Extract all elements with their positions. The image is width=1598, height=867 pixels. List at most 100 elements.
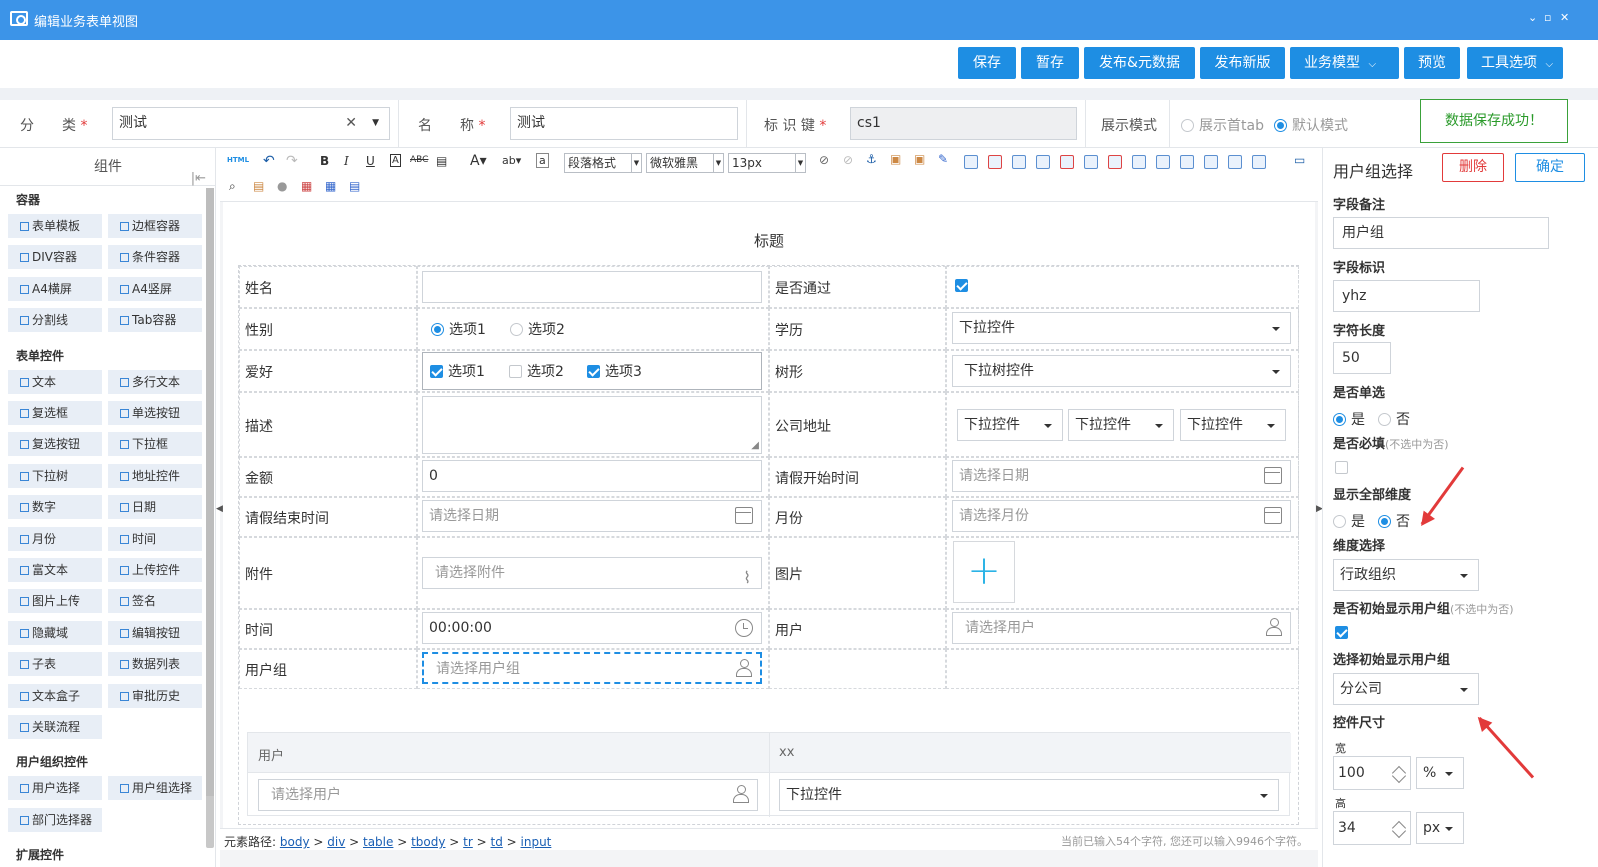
required-checkbox[interactable] <box>1335 461 1348 474</box>
close-icon[interactable]: ✕ <box>1560 11 1569 24</box>
path-input-link[interactable]: input <box>521 835 552 849</box>
addr-province-select[interactable]: 下拉控件 <box>957 409 1063 441</box>
template-icon[interactable]: ▤ <box>253 179 264 193</box>
group-picker-selected[interactable]: 请选择用户组 <box>422 652 762 684</box>
expand-left-icon[interactable]: ◀ <box>216 504 223 514</box>
date-icon[interactable]: ▦ <box>301 179 312 193</box>
component-item[interactable]: 时间 <box>108 526 202 551</box>
component-item[interactable]: 用户选择 <box>8 776 102 801</box>
font-color-icon[interactable]: A▾ <box>470 153 487 169</box>
confirm-button[interactable]: 确定 <box>1515 153 1585 182</box>
underline-icon[interactable]: U <box>366 154 375 168</box>
paste-format-icon[interactable]: ▤ <box>436 154 447 168</box>
table-icon[interactable] <box>964 155 978 169</box>
path-tbody-link[interactable]: tbody <box>411 835 445 849</box>
component-item[interactable]: 编辑按钮 <box>108 620 202 645</box>
sub-xx-select[interactable]: 下拉控件 <box>779 779 1279 811</box>
multi-image-icon[interactable]: ▣ <box>914 152 925 166</box>
component-item[interactable]: 月份 <box>8 526 102 551</box>
width-unit-select[interactable]: % <box>1416 757 1464 789</box>
single-yes-radio[interactable]: 是 <box>1333 409 1365 429</box>
fullscreen-icon[interactable]: ▭ <box>1294 153 1305 167</box>
maximize-icon[interactable]: ▫ <box>1544 11 1551 24</box>
component-item[interactable]: 单选按钮 <box>108 401 202 425</box>
dimension-select[interactable]: 行政组织 <box>1333 559 1479 591</box>
redo-icon[interactable]: ↷ <box>286 153 298 169</box>
tree-select[interactable]: 下拉树控件 <box>952 355 1291 387</box>
dims-yes-radio[interactable]: 是 <box>1333 511 1365 531</box>
component-item[interactable]: A4竖屏 <box>108 276 202 301</box>
merge-right-icon[interactable] <box>1156 155 1170 169</box>
draft-button[interactable]: 暂存 <box>1021 47 1079 79</box>
sub-user-picker[interactable]: 请选择用户 <box>258 779 758 811</box>
component-item[interactable]: 数据列表 <box>108 652 202 677</box>
component-item[interactable]: 文本盒子 <box>8 683 102 708</box>
search-replace-icon[interactable]: ⌕ <box>229 179 236 194</box>
split-cells-icon[interactable] <box>1204 155 1218 169</box>
undo-icon[interactable]: ↶ <box>263 153 275 169</box>
component-item[interactable]: 用户组选择 <box>108 776 202 801</box>
path-td-link[interactable]: td <box>491 835 503 849</box>
insert-row-icon[interactable] <box>1036 155 1050 169</box>
clear-format-icon[interactable]: a <box>536 153 549 168</box>
preview-button[interactable]: 预览 <box>1404 47 1460 79</box>
component-item[interactable]: 富文本 <box>8 558 102 582</box>
hobby-option-2[interactable]: 选项2 <box>509 361 564 381</box>
tools-dropdown[interactable]: 工具选项 ⌵ <box>1467 47 1563 79</box>
user-picker[interactable]: 请选择用户 <box>952 612 1291 644</box>
component-item[interactable]: 分割线 <box>8 308 102 333</box>
split-rows-icon[interactable] <box>1228 155 1242 169</box>
font-border-icon[interactable]: A <box>390 154 401 167</box>
italic-icon[interactable]: I <box>344 154 349 168</box>
hobby-option-1[interactable]: 选项1 <box>430 361 485 381</box>
component-item[interactable]: 下拉树 <box>8 463 102 488</box>
print-icon[interactable]: ▤ <box>349 179 360 193</box>
name-input[interactable] <box>422 271 762 303</box>
desc-textarea[interactable]: ◢ <box>422 396 762 454</box>
component-item[interactable]: 关联流程 <box>8 715 102 739</box>
component-item[interactable]: 下拉框 <box>108 432 202 457</box>
gender-option-2[interactable]: 选项2 <box>510 319 565 339</box>
component-item[interactable]: 复选按钮 <box>8 432 102 457</box>
component-item[interactable]: 审批历史 <box>108 683 202 708</box>
hobby-option-3[interactable]: 选项3 <box>587 361 642 381</box>
component-item[interactable]: 边框容器 <box>108 214 202 238</box>
delete-button[interactable]: 删除 <box>1442 153 1504 182</box>
leave-end-date[interactable]: 请选择日期 <box>422 500 762 532</box>
merge-cells-icon[interactable] <box>1132 155 1146 169</box>
height-unit-select[interactable]: px <box>1416 812 1464 844</box>
component-item[interactable]: 多行文本 <box>108 369 202 394</box>
save-button[interactable]: 保存 <box>958 47 1016 79</box>
path-body-link[interactable]: body <box>280 835 310 849</box>
component-item[interactable]: 签名 <box>108 589 202 614</box>
component-item[interactable]: 文本 <box>8 369 102 394</box>
font-family-select[interactable]: 微软雅黑 ▼ <box>646 153 724 173</box>
key-input[interactable]: yhz <box>1333 280 1480 312</box>
width-spinner[interactable]: 100 <box>1333 756 1411 790</box>
emotion-icon[interactable]: ● <box>277 179 287 193</box>
path-div-link[interactable]: div <box>327 835 345 849</box>
merge-down-icon[interactable] <box>1180 155 1194 169</box>
key-field[interactable]: cs1 <box>850 107 1077 140</box>
component-item[interactable]: 条件容器 <box>108 245 202 270</box>
component-item[interactable]: A4横屏 <box>8 276 102 301</box>
component-item[interactable]: 日期 <box>108 495 202 520</box>
clear-icon[interactable]: ✕ <box>345 108 357 139</box>
collapse-left-icon[interactable]: |⇤ <box>191 160 206 198</box>
amount-input[interactable]: 0 <box>422 460 762 492</box>
anchor-icon[interactable]: ⚓ <box>866 152 877 166</box>
time-input[interactable]: 00:00:00 <box>422 612 762 644</box>
component-item[interactable]: Tab容器 <box>108 308 202 333</box>
category-field[interactable]: 测试 ✕ ▼ <box>112 107 390 140</box>
component-item[interactable]: 隐藏域 <box>8 620 102 645</box>
single-no-radio[interactable]: 否 <box>1378 409 1410 429</box>
attachment-icon[interactable]: ✎ <box>938 152 948 166</box>
link-icon[interactable]: ⊘ <box>819 153 829 167</box>
insert-col-icon[interactable] <box>1084 155 1098 169</box>
preview-icon[interactable]: ▦ <box>325 179 336 193</box>
init-show-checkbox[interactable] <box>1335 626 1348 639</box>
publish-new-button[interactable]: 发布新版 <box>1200 47 1285 79</box>
component-item[interactable]: 复选框 <box>8 401 102 425</box>
left-scrollbar[interactable] <box>206 188 214 848</box>
component-item[interactable]: DIV容器 <box>8 245 102 270</box>
